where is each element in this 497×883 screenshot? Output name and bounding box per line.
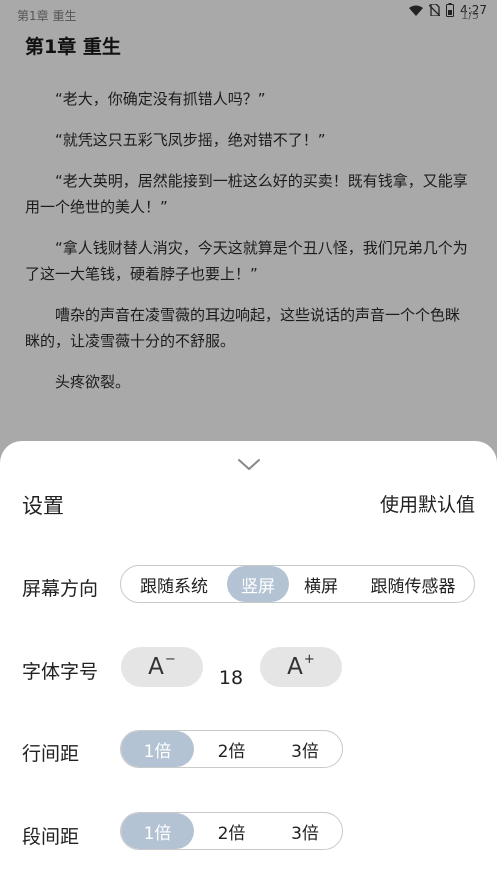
paragraph: “拿人钱财替人消灾，今天这就算是个丑八怪，我们兄弟几个为了这一大笔钱，硬着脖子也… [25, 239, 468, 283]
paragraph: “老大，你确定没有抓错人吗？” [55, 90, 266, 108]
orientation-option-sensor[interactable]: 跟随传感器 [353, 566, 473, 602]
no-sim-icon [429, 4, 441, 16]
header-chapter-title: 第1章 重生 [17, 9, 77, 23]
font-size-value: 18 [218, 667, 244, 689]
orientation-option-portrait[interactable]: 竖屏 [227, 566, 289, 602]
paragraph-spacing-option-1x[interactable]: 1倍 [121, 813, 194, 849]
line-spacing-label: 行间距 [22, 743, 80, 765]
paragraph: 头疼欲裂。 [55, 373, 131, 391]
chevron-down-icon[interactable] [236, 457, 262, 473]
line-spacing-option-1x[interactable]: 1倍 [121, 731, 194, 767]
reset-defaults-button[interactable]: 使用默认值 [380, 490, 475, 517]
paragraph: “老大英明，居然能接到一桩这么好的买卖！既有钱拿，又能享用一个绝世的美人！” [25, 172, 468, 216]
paragraph-spacing-selector: 1倍 2倍 3倍 [120, 812, 343, 850]
paragraph-spacing-option-2x[interactable]: 2倍 [194, 813, 269, 849]
page-indicator: 1/5 [461, 9, 479, 22]
font-increase-icon: A+ [287, 652, 315, 680]
font-decrease-icon: A− [148, 652, 176, 680]
orientation-label: 屏幕方向 [22, 578, 99, 600]
paragraph: “就凭这只五彩飞凤步摇，绝对错不了！” [55, 131, 326, 149]
chapter-title: 第1章 重生 [25, 36, 121, 58]
orientation-option-landscape[interactable]: 横屏 [289, 566, 353, 602]
paragraph-spacing-option-3x[interactable]: 3倍 [269, 813, 341, 849]
settings-title: 设置 [22, 494, 64, 518]
line-spacing-option-2x[interactable]: 2倍 [194, 731, 269, 767]
increase-font-button[interactable]: A+ [260, 647, 342, 687]
font-size-label: 字体字号 [22, 661, 99, 683]
orientation-selector: 跟随系统 竖屏 横屏 跟随传感器 [120, 565, 475, 603]
chapter-content: “老大，你确定没有抓错人吗？” “就凭这只五彩飞凤步摇，绝对错不了！” “老大英… [25, 86, 472, 410]
decrease-font-button[interactable]: A− [121, 647, 203, 687]
paragraph-spacing-label: 段间距 [22, 826, 80, 848]
line-spacing-selector: 1倍 2倍 3倍 [120, 730, 343, 768]
wifi-icon [409, 5, 424, 16]
line-spacing-option-3x[interactable]: 3倍 [269, 731, 341, 767]
battery-icon [446, 3, 455, 17]
paragraph: 嘈杂的声音在凌雪薇的耳边响起，这些说话的声音一个个色眯眯的，让凌雪薇十分的不舒服… [25, 306, 461, 350]
orientation-option-system[interactable]: 跟随系统 [121, 566, 227, 602]
